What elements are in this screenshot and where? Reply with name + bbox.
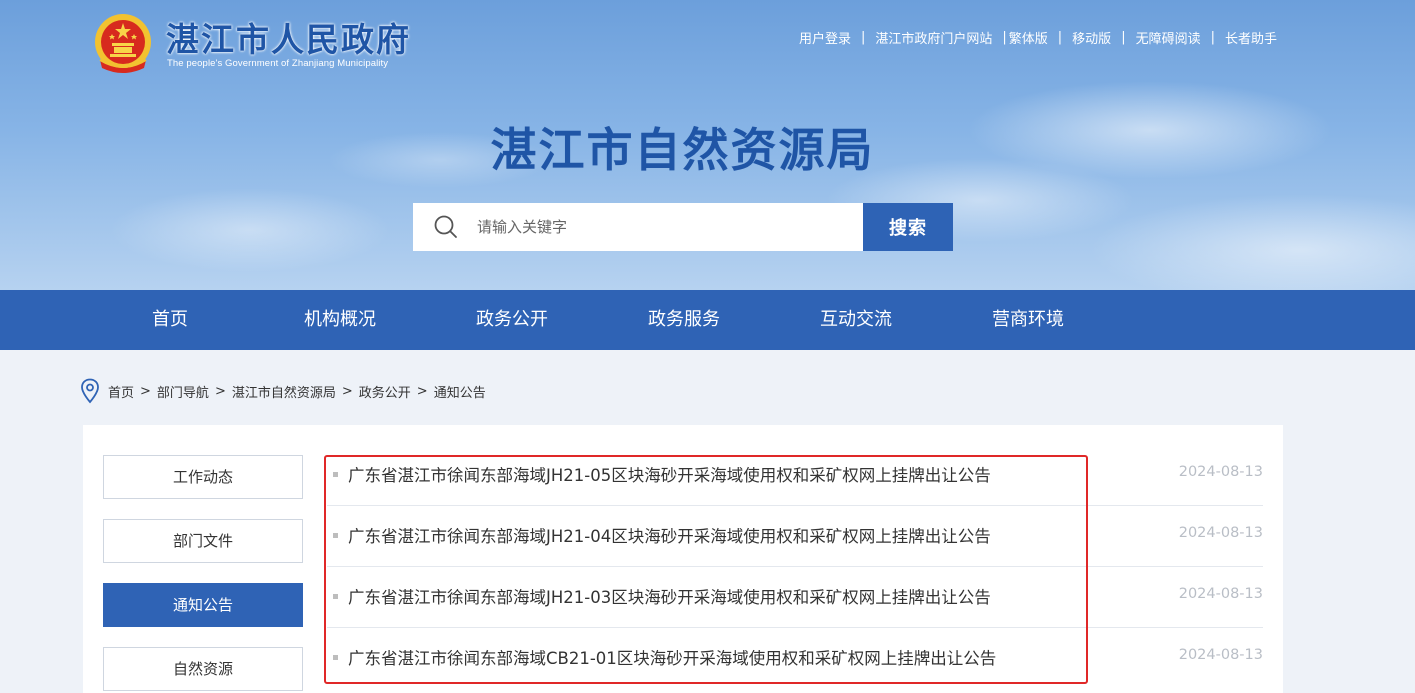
elder-assistant-link[interactable]: 长者助手 — [1225, 28, 1277, 47]
nav-item-interaction[interactable]: 互动交流 — [816, 290, 896, 350]
list-item[interactable]: 广东省湛江市徐闻东部海域JH21-03区块海砂开采海域使用权和采矿权网上挂牌出让… — [327, 567, 1263, 628]
nav-item-government-affairs[interactable]: 政务公开 — [472, 290, 552, 350]
breadcrumb-bureau[interactable]: 湛江市自然资源局 — [232, 382, 336, 401]
search-box — [413, 203, 863, 251]
top-links: 用户登录 | 湛江市政府门户网站 | 繁体版 | 移动版 | 无障碍阅读 | 长… — [799, 28, 1277, 47]
link-separator: | — [1057, 30, 1063, 45]
breadcrumb-notices[interactable]: 通知公告 — [434, 382, 486, 401]
list-item-title[interactable]: 广东省湛江市徐闻东部海域JH21-04区块海砂开采海域使用权和采矿权网上挂牌出让… — [348, 523, 991, 547]
bullet-icon — [333, 655, 338, 660]
list-item-title[interactable]: 广东省湛江市徐闻东部海域JH21-03区块海砂开采海域使用权和采矿权网上挂牌出让… — [348, 584, 991, 608]
breadcrumb-government-affairs[interactable]: 政务公开 — [359, 382, 411, 401]
list-item-date: 2024-08-13 — [1178, 586, 1263, 602]
list-item[interactable]: 广东省湛江市徐闻东部海域JH21-04区块海砂开采海域使用权和采矿权网上挂牌出让… — [327, 506, 1263, 567]
breadcrumb-separator: > — [214, 383, 226, 399]
breadcrumb-separator: > — [416, 383, 428, 399]
sidebar-item-notices[interactable]: 通知公告 — [103, 583, 303, 627]
login-link[interactable]: 用户登录 — [799, 28, 851, 47]
search-button[interactable]: 搜索 — [863, 203, 953, 251]
search-input[interactable] — [477, 218, 837, 236]
nav-item-services[interactable]: 政务服务 — [644, 290, 724, 350]
list-item[interactable]: 广东省湛江市徐闻东部海域CB21-01区块海砂开采海域使用权和采矿权网上挂牌出让… — [327, 628, 1263, 689]
link-separator: | — [1210, 30, 1215, 45]
site-subtitle: The people's Government of Zhanjiang Mun… — [167, 58, 389, 69]
list-item[interactable]: 广东省湛江市徐闻东部海域JH21-05区块海砂开采海域使用权和采矿权网上挂牌出让… — [327, 445, 1263, 506]
breadcrumb-department-nav[interactable]: 部门导航 — [157, 382, 209, 401]
breadcrumb-separator: > — [140, 383, 151, 399]
main-nav: 首页 机构概况 政务公开 政务服务 互动交流 营商环境 — [0, 290, 1415, 350]
list-item-date: 2024-08-13 — [1178, 525, 1263, 541]
bullet-icon — [333, 533, 338, 538]
nav-item-home[interactable]: 首页 — [140, 290, 200, 350]
site-title: 湛江市人民政府 — [166, 20, 411, 59]
list-item-title[interactable]: 广东省湛江市徐闻东部海域JH21-05区块海砂开采海域使用权和采矿权网上挂牌出让… — [348, 462, 991, 486]
bullet-icon — [333, 472, 338, 477]
breadcrumb-separator: > — [341, 383, 353, 399]
accessibility-link[interactable]: 无障碍阅读 — [1136, 28, 1201, 47]
traditional-chinese-link[interactable]: 繁体版 — [1009, 28, 1048, 47]
list-item-title[interactable]: 广东省湛江市徐闻东部海域CB21-01区块海砂开采海域使用权和采矿权网上挂牌出让… — [348, 645, 996, 669]
location-pin-icon — [81, 378, 99, 404]
mobile-version-link[interactable]: 移动版 — [1072, 28, 1111, 47]
bullet-icon — [333, 594, 338, 599]
sidebar-item-work-news[interactable]: 工作动态 — [103, 455, 303, 499]
breadcrumb-home[interactable]: 首页 — [108, 382, 134, 401]
bureau-title: 湛江市自然资源局 — [490, 123, 875, 177]
link-separator: | — [1002, 30, 1007, 45]
link-separator: | — [860, 30, 866, 45]
sidebar-item-department-documents[interactable]: 部门文件 — [103, 519, 303, 563]
nav-item-business-environment[interactable]: 营商环境 — [988, 290, 1068, 350]
sidebar-item-natural-resources[interactable]: 自然资源 — [103, 647, 303, 691]
national-emblem-icon — [95, 14, 151, 73]
breadcrumb: 首页 > 部门导航 > 湛江市自然资源局 > 政务公开 > 通知公告 — [80, 378, 486, 404]
search-icon — [434, 215, 457, 238]
header-banner: 湛江市人民政府 The people's Government of Zhanj… — [0, 0, 1415, 290]
link-separator: | — [1121, 30, 1126, 45]
list-item-date: 2024-08-13 — [1178, 464, 1263, 480]
content-panel: 工作动态 部门文件 通知公告 自然资源 广东省湛江市徐闻东部海域JH21-05区… — [83, 425, 1283, 693]
nav-item-organization[interactable]: 机构概况 — [300, 290, 380, 350]
list-item-date: 2024-08-13 — [1178, 647, 1263, 663]
portal-link[interactable]: 湛江市政府门户网站 — [875, 28, 992, 47]
search-bar: 搜索 — [413, 203, 953, 251]
